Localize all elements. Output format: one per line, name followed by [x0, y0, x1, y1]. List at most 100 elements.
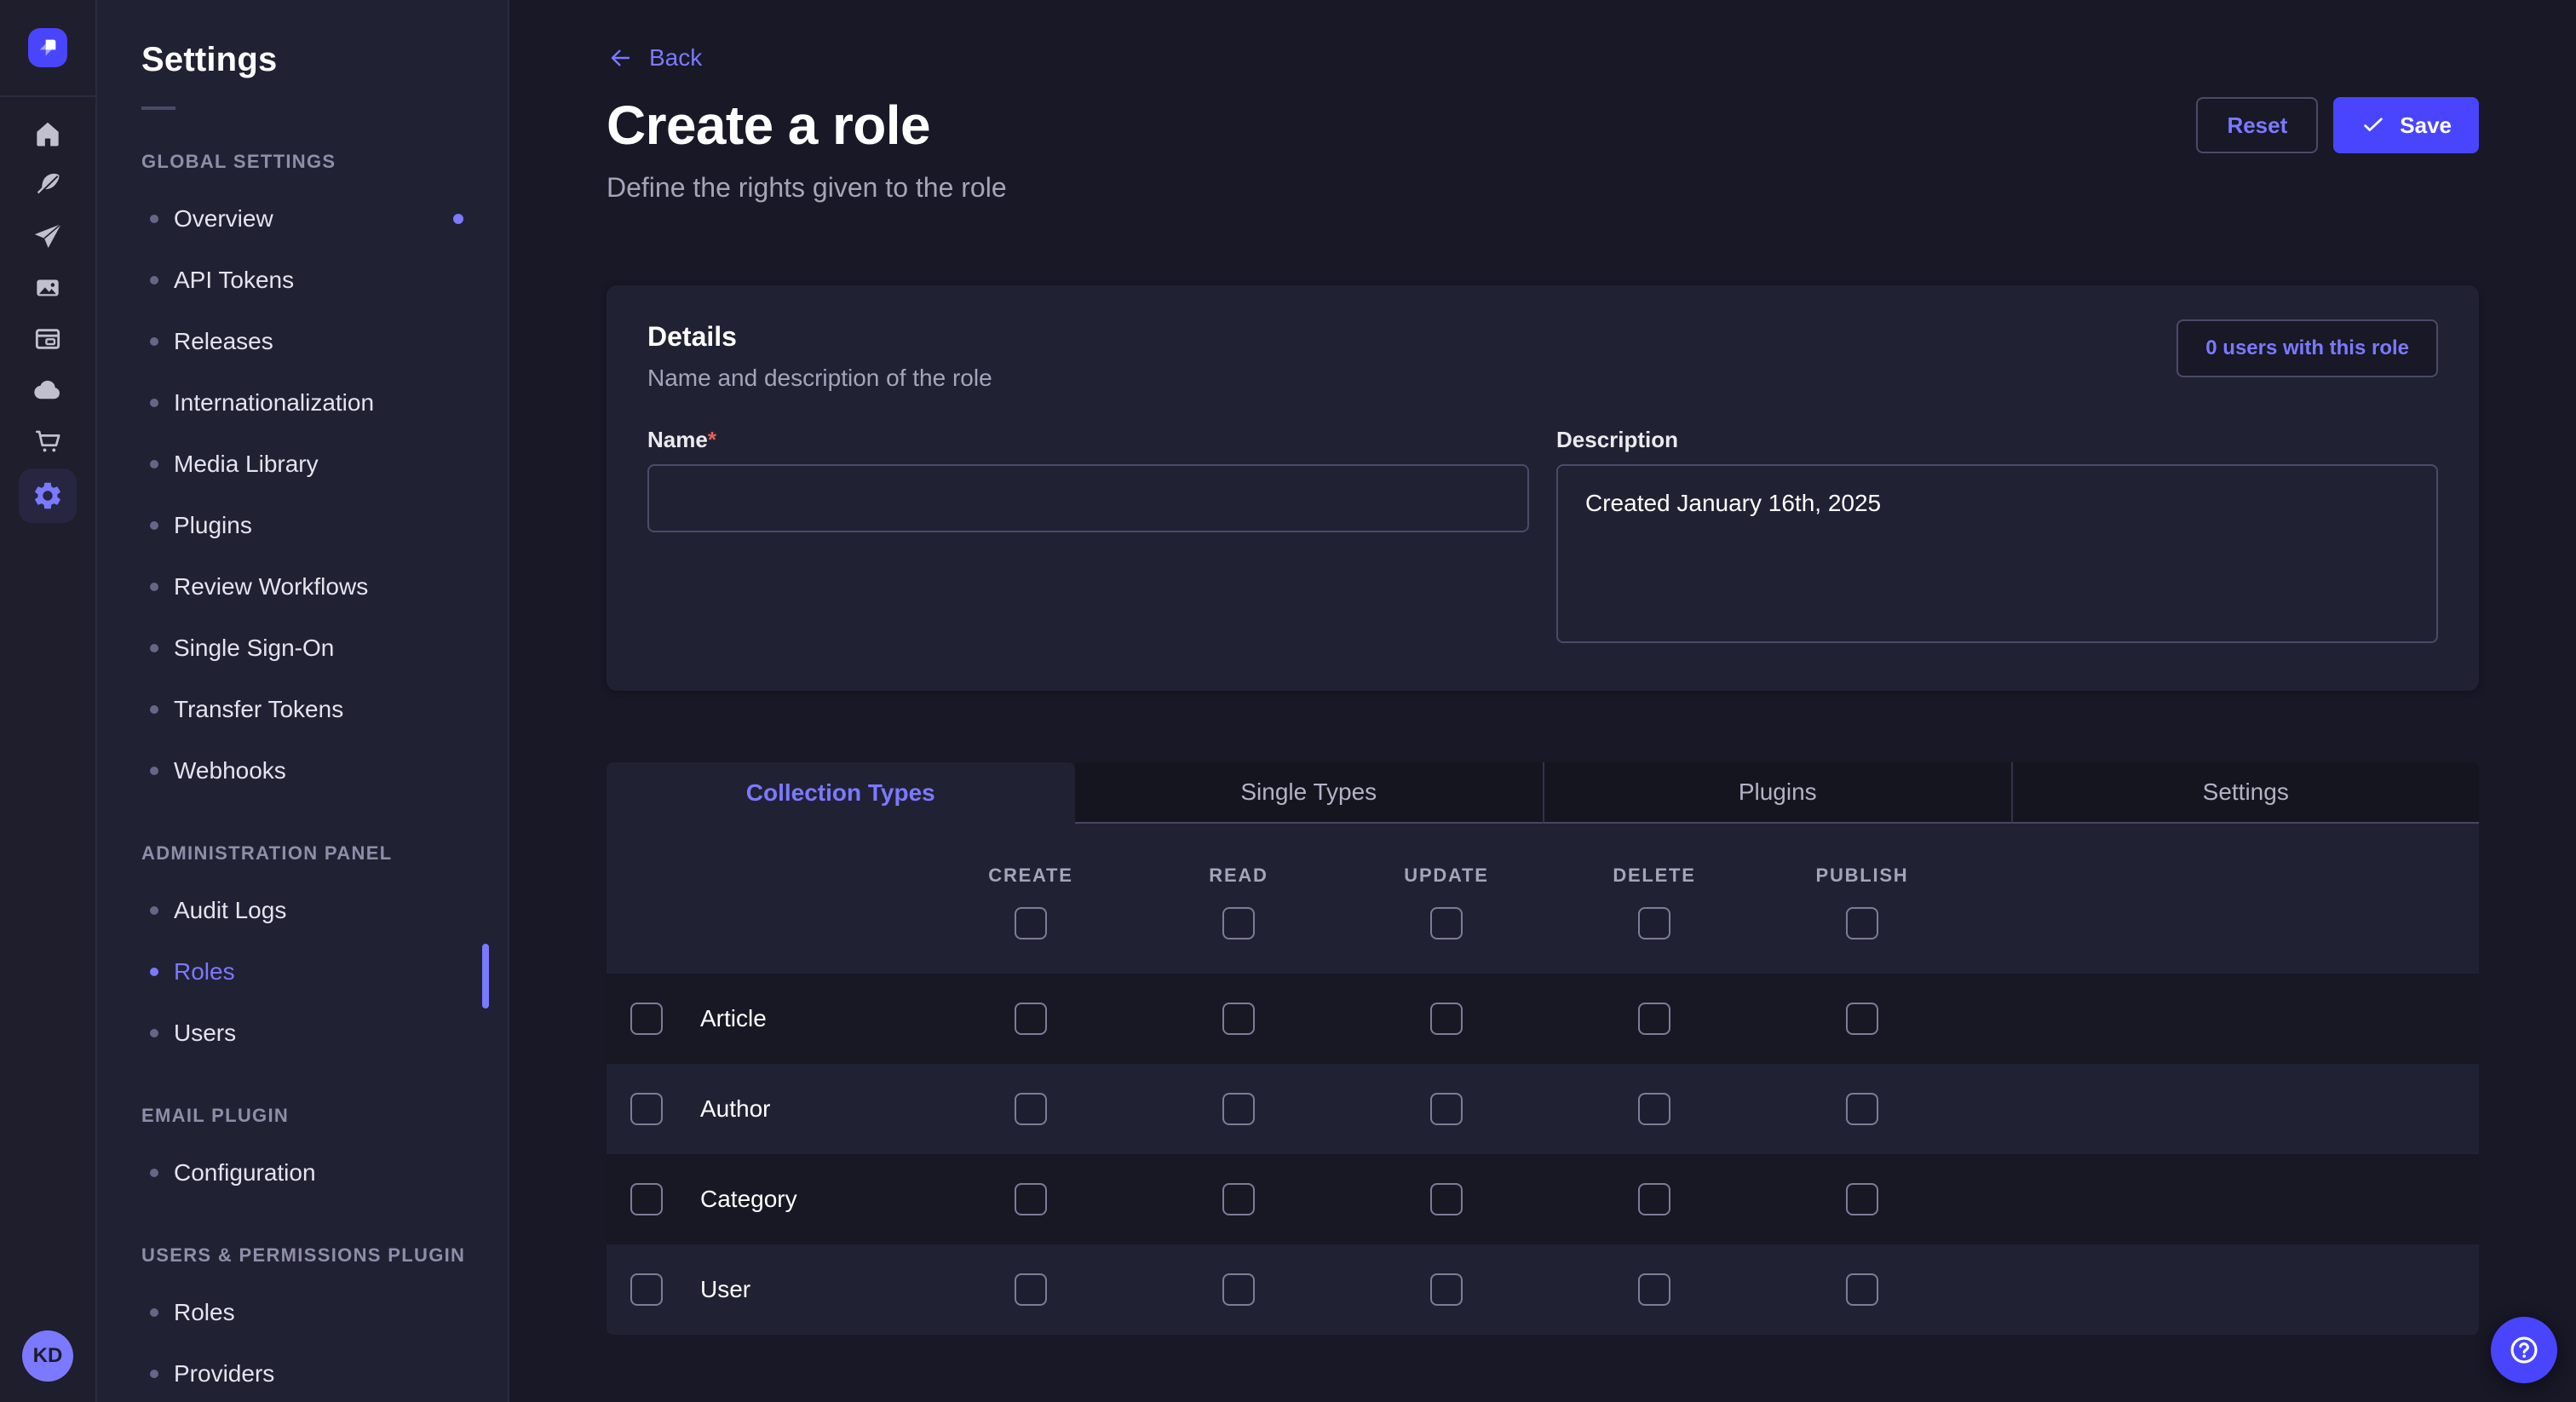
user-delete-checkbox[interactable]	[1638, 1273, 1670, 1306]
save-button[interactable]: Save	[2333, 97, 2479, 153]
section-global-settings: GLOBAL SETTINGS Overview API Tokens Rele…	[97, 151, 508, 802]
sidebar-item-label: Review Workflows	[174, 573, 368, 600]
sidebar-item-label: Users	[174, 1020, 236, 1047]
reset-button[interactable]: Reset	[2196, 97, 2318, 153]
details-subtitle: Name and description of the role	[647, 365, 2438, 392]
question-mark-icon	[2505, 1331, 2543, 1369]
user-update-checkbox[interactable]	[1430, 1273, 1463, 1306]
column-label-delete: DELETE	[1613, 865, 1695, 887]
author-delete-checkbox[interactable]	[1638, 1093, 1670, 1125]
check-icon	[2360, 112, 2386, 138]
main-nav-rail: KD	[0, 0, 97, 1402]
details-fields: Name* Description Created January 16th, …	[647, 422, 2438, 650]
sidebar-item-api-tokens[interactable]: API Tokens	[97, 250, 508, 311]
select-all-delete-checkbox[interactable]	[1638, 907, 1670, 939]
category-publish-checkbox[interactable]	[1846, 1183, 1878, 1215]
article-delete-checkbox[interactable]	[1638, 1003, 1670, 1035]
bullet-icon	[150, 906, 158, 915]
category-update-checkbox[interactable]	[1430, 1183, 1463, 1215]
back-link[interactable]: Back	[607, 44, 702, 72]
sidebar-item-label: Media Library	[174, 451, 319, 478]
bullet-icon	[150, 1169, 158, 1177]
user-avatar[interactable]: KD	[22, 1330, 73, 1382]
sidebar-item-review-workflows[interactable]: Review Workflows	[97, 556, 508, 618]
column-label-update: UPDATE	[1404, 865, 1488, 887]
sidebar-item-overview[interactable]: Overview	[97, 188, 508, 250]
category-row-checkbox[interactable]	[630, 1183, 663, 1215]
author-update-checkbox[interactable]	[1430, 1093, 1463, 1125]
author-create-checkbox[interactable]	[1015, 1093, 1047, 1125]
sidebar-item-plugins[interactable]: Plugins	[97, 495, 508, 556]
sidebar-item-providers[interactable]: Providers	[97, 1343, 508, 1402]
sidebar-item-internationalization[interactable]: Internationalization	[97, 372, 508, 434]
author-row-checkbox[interactable]	[630, 1093, 663, 1125]
description-field-label: Description	[1556, 427, 1678, 452]
category-create-checkbox[interactable]	[1015, 1183, 1047, 1215]
name-field-label: Name*	[647, 427, 716, 452]
paper-plane-icon[interactable]	[19, 213, 77, 261]
column-update: UPDATE	[1343, 824, 1550, 974]
help-button[interactable]	[2491, 1317, 2557, 1383]
sidebar-item-label: Single Sign-On	[174, 635, 334, 662]
article-publish-checkbox[interactable]	[1846, 1003, 1878, 1035]
tab-single-types[interactable]: Single Types	[1075, 762, 1544, 824]
media-library-icon[interactable]	[19, 264, 77, 312]
gear-icon[interactable]	[19, 468, 77, 523]
sidebar-item-label: API Tokens	[174, 267, 294, 294]
role-description-textarea[interactable]: Created January 16th, 2025	[1556, 464, 2438, 643]
user-create-checkbox[interactable]	[1015, 1273, 1047, 1306]
sidebar-item-roles-admin[interactable]: Roles	[97, 941, 508, 1003]
tab-collection-types[interactable]: Collection Types	[607, 762, 1075, 824]
user-publish-checkbox[interactable]	[1846, 1273, 1878, 1306]
user-read-checkbox[interactable]	[1222, 1273, 1255, 1306]
details-title: Details	[647, 321, 2438, 353]
sidebar-item-media-library[interactable]: Media Library	[97, 434, 508, 495]
strapi-logo-icon	[28, 28, 67, 67]
user-row-checkbox[interactable]	[630, 1273, 663, 1306]
role-name-input[interactable]	[647, 464, 1529, 532]
cloud-icon[interactable]	[19, 366, 77, 414]
select-all-read-checkbox[interactable]	[1222, 907, 1255, 939]
sidebar-scrollbar-thumb[interactable]	[482, 944, 489, 1008]
cart-icon[interactable]	[19, 417, 77, 465]
layout-icon[interactable]	[19, 315, 77, 363]
sidebar-item-webhooks[interactable]: Webhooks	[97, 740, 508, 802]
permissions-section: Collection Types Single Types Plugins Se…	[607, 762, 2479, 1335]
author-read-checkbox[interactable]	[1222, 1093, 1255, 1125]
sidebar-item-transfer-tokens[interactable]: Transfer Tokens	[97, 679, 508, 740]
author-publish-checkbox[interactable]	[1846, 1093, 1878, 1125]
tab-plugins[interactable]: Plugins	[1543, 762, 2011, 824]
header-actions: Reset Save	[2196, 94, 2479, 153]
workspace-logo-button[interactable]	[0, 0, 95, 97]
column-label-create: CREATE	[988, 865, 1072, 887]
article-update-checkbox[interactable]	[1430, 1003, 1463, 1035]
section-label: EMAIL PLUGIN	[141, 1105, 508, 1127]
strapi-admin-app: KD Settings GLOBAL SETTINGS Overview API…	[0, 0, 2576, 1402]
sidebar-item-configuration[interactable]: Configuration	[97, 1142, 508, 1204]
feather-icon[interactable]	[19, 162, 77, 210]
home-icon[interactable]	[19, 111, 77, 158]
details-card: Details Name and description of the role…	[607, 285, 2479, 691]
sidebar-item-releases[interactable]: Releases	[97, 311, 508, 372]
sidebar-item-audit-logs[interactable]: Audit Logs	[97, 880, 508, 941]
select-all-create-checkbox[interactable]	[1015, 907, 1047, 939]
article-row-checkbox[interactable]	[630, 1003, 663, 1035]
bullet-icon	[150, 1029, 158, 1037]
sidebar-item-single-sign-on[interactable]: Single Sign-On	[97, 618, 508, 679]
tab-settings[interactable]: Settings	[2011, 762, 2480, 824]
sidebar-item-label: Overview	[174, 205, 273, 233]
select-all-publish-checkbox[interactable]	[1846, 907, 1878, 939]
category-delete-checkbox[interactable]	[1638, 1183, 1670, 1215]
bullet-icon	[150, 644, 158, 652]
column-publish: PUBLISH	[1758, 824, 1966, 974]
sidebar-item-users[interactable]: Users	[97, 1003, 508, 1064]
users-with-role-button[interactable]: 0 users with this role	[2176, 319, 2438, 377]
sidebar-item-roles-up[interactable]: Roles	[97, 1282, 508, 1343]
article-create-checkbox[interactable]	[1015, 1003, 1047, 1035]
select-all-update-checkbox[interactable]	[1430, 907, 1463, 939]
column-label-read: READ	[1209, 865, 1268, 887]
article-read-checkbox[interactable]	[1222, 1003, 1255, 1035]
category-read-checkbox[interactable]	[1222, 1183, 1255, 1215]
table-row-article: Article	[607, 974, 2479, 1064]
bullet-icon	[150, 521, 158, 530]
